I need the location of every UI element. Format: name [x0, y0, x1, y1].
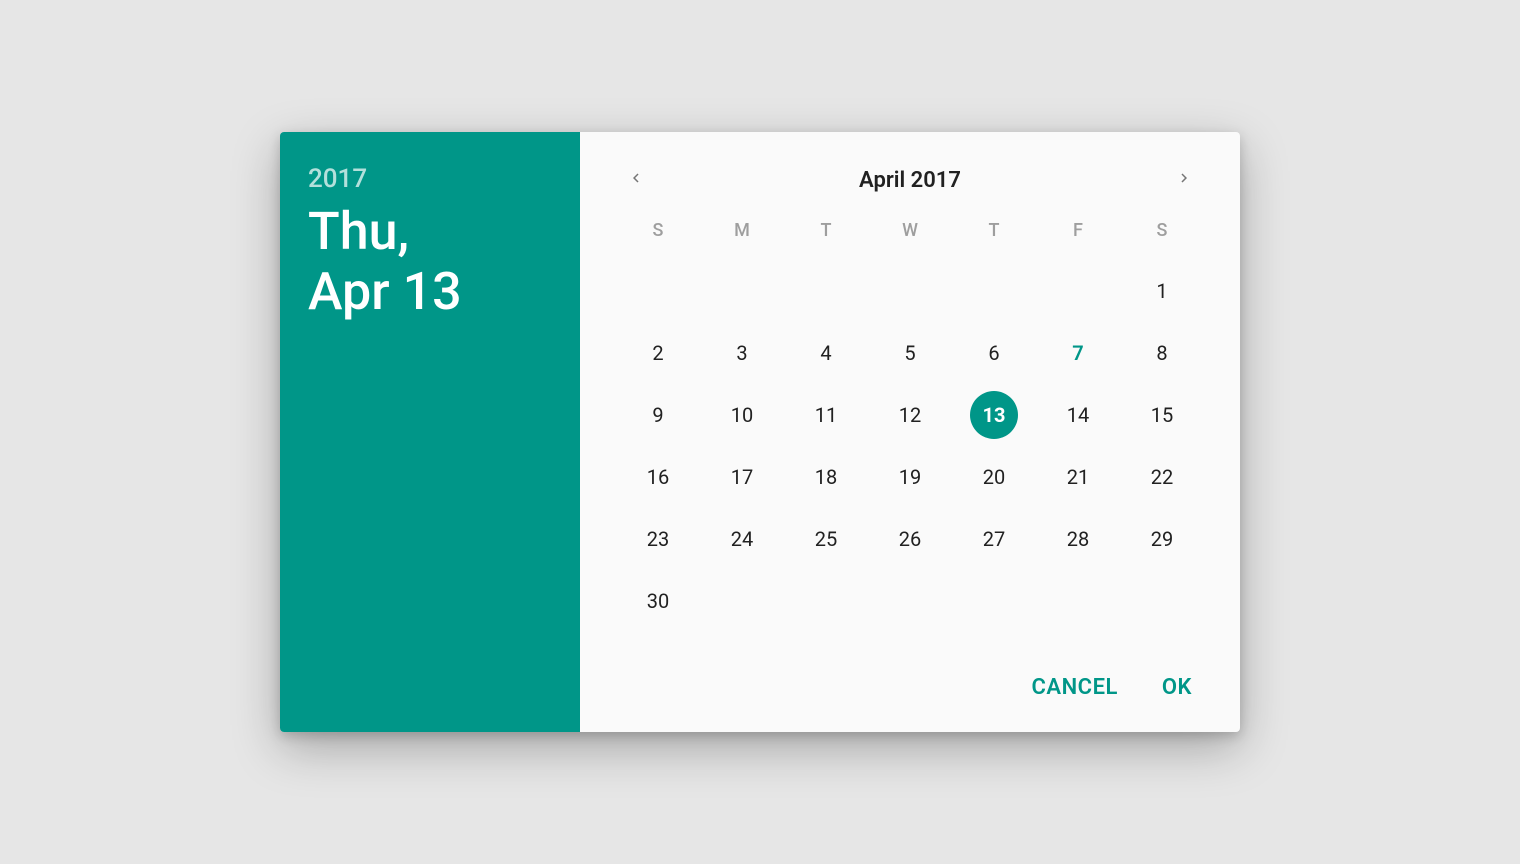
day-cell-empty	[634, 267, 682, 315]
day-cell[interactable]: 4	[802, 329, 850, 377]
weekday-label: W	[868, 220, 952, 256]
day-cell[interactable]: 9	[634, 391, 682, 439]
date-picker-dialog: 2017 Thu, Apr 13 April 2017 SMTWTFS 1234…	[280, 132, 1240, 732]
day-cell[interactable]: 8	[1138, 329, 1186, 377]
weekday-label: T	[784, 220, 868, 256]
weekday-label: S	[1120, 220, 1204, 256]
day-cell[interactable]: 6	[970, 329, 1018, 377]
day-cell[interactable]: 30	[634, 577, 682, 625]
day-cell[interactable]: 13	[970, 391, 1018, 439]
day-cell[interactable]: 2	[634, 329, 682, 377]
day-cell[interactable]: 12	[886, 391, 934, 439]
selected-date-display[interactable]: Thu, Apr 13	[308, 202, 552, 322]
day-cell[interactable]: 3	[718, 329, 766, 377]
weekday-label: M	[700, 220, 784, 256]
month-nav-row: April 2017	[616, 156, 1204, 204]
day-cell[interactable]: 27	[970, 515, 1018, 563]
day-cell[interactable]: 11	[802, 391, 850, 439]
day-cell[interactable]: 20	[970, 453, 1018, 501]
day-cell[interactable]: 7	[1054, 329, 1102, 377]
chevron-left-icon	[627, 169, 645, 191]
year-selector[interactable]: 2017	[308, 164, 552, 194]
day-cell[interactable]: 26	[886, 515, 934, 563]
day-cell[interactable]: 17	[718, 453, 766, 501]
day-cell[interactable]: 23	[634, 515, 682, 563]
day-cell[interactable]: 22	[1138, 453, 1186, 501]
day-cell-empty	[718, 267, 766, 315]
calendar-days-grid: 1234567891011121314151617181920212223242…	[616, 260, 1204, 632]
next-month-button[interactable]	[1164, 160, 1204, 200]
day-cell[interactable]: 14	[1054, 391, 1102, 439]
month-title: April 2017	[859, 168, 961, 193]
day-cell[interactable]: 21	[1054, 453, 1102, 501]
day-cell[interactable]: 25	[802, 515, 850, 563]
cancel-button[interactable]: CANCEL	[1028, 667, 1122, 708]
day-cell[interactable]: 18	[802, 453, 850, 501]
day-cell[interactable]: 19	[886, 453, 934, 501]
day-cell[interactable]: 28	[1054, 515, 1102, 563]
day-cell[interactable]: 24	[718, 515, 766, 563]
day-cell[interactable]: 16	[634, 453, 682, 501]
day-cell[interactable]: 5	[886, 329, 934, 377]
weekday-label: F	[1036, 220, 1120, 256]
day-cell-empty	[970, 267, 1018, 315]
day-cell[interactable]: 29	[1138, 515, 1186, 563]
ok-button[interactable]: OK	[1158, 667, 1196, 708]
day-cell-empty	[886, 267, 934, 315]
day-cell[interactable]: 10	[718, 391, 766, 439]
date-picker-header: 2017 Thu, Apr 13	[280, 132, 580, 732]
day-cell[interactable]: 15	[1138, 391, 1186, 439]
prev-month-button[interactable]	[616, 160, 656, 200]
dialog-actions: CANCEL OK	[616, 655, 1204, 712]
chevron-right-icon	[1175, 169, 1193, 191]
weekday-header-row: SMTWTFS	[616, 220, 1204, 256]
day-cell[interactable]: 1	[1138, 267, 1186, 315]
day-cell-empty	[802, 267, 850, 315]
day-cell-empty	[1054, 267, 1102, 315]
weekday-label: S	[616, 220, 700, 256]
calendar-panel: April 2017 SMTWTFS 123456789101112131415…	[580, 132, 1240, 732]
weekday-label: T	[952, 220, 1036, 256]
